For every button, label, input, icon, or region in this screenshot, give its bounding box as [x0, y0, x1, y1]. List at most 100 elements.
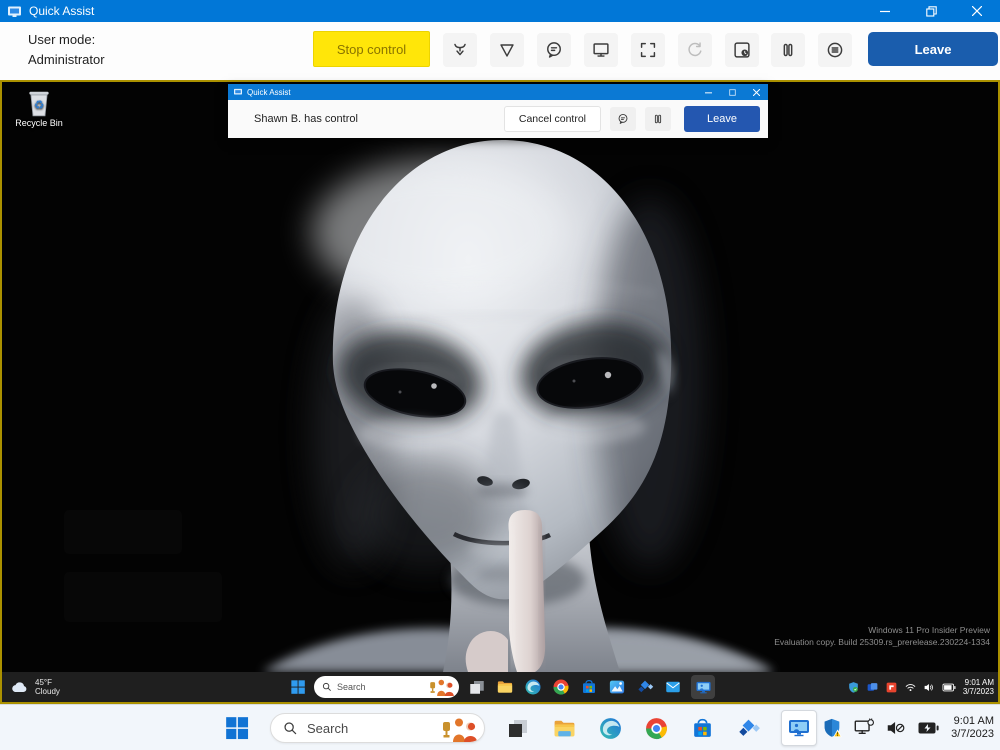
details-menu-icon	[824, 39, 846, 61]
laser-pointer-icon	[449, 39, 471, 61]
remote-qa-title: Quick Assist	[247, 88, 291, 97]
host-store-button[interactable]	[689, 715, 715, 741]
leave-button[interactable]: Leave	[868, 32, 998, 66]
title-bar: Quick Assist	[0, 0, 1000, 22]
host-clock-date: 3/7/2023	[951, 728, 994, 742]
host-edge-button[interactable]	[597, 715, 623, 741]
close-button[interactable]	[954, 0, 1000, 22]
remote-task-view-button[interactable]	[467, 677, 487, 697]
remote-feedback-hub-button[interactable]	[635, 677, 655, 697]
remote-red-app-tray-icon[interactable]	[885, 681, 898, 694]
host-task-view-button[interactable]	[505, 715, 531, 741]
host-clock[interactable]: 9:01 AM 3/7/2023	[951, 715, 994, 742]
recycle-bin-shortcut[interactable]: ♻ Recycle Bin	[10, 88, 68, 128]
remote-security-tray-icon[interactable]	[847, 681, 860, 694]
remote-qa-minimize-button[interactable]	[696, 84, 720, 100]
wifi-icon[interactable]	[904, 681, 917, 694]
edge-icon	[598, 716, 623, 741]
search-icon	[322, 682, 332, 692]
remote-store-button[interactable]	[579, 677, 599, 697]
annotate-button[interactable]	[490, 33, 524, 67]
maximize-button[interactable]	[908, 0, 954, 22]
remote-photos-button[interactable]	[607, 677, 627, 697]
feedback-hub-icon	[636, 678, 654, 696]
weather-condition: Cloudy	[35, 687, 60, 697]
remote-qa-pause-button[interactable]	[645, 107, 671, 131]
bing-doodle-icon	[439, 716, 481, 742]
speaker-muted-icon[interactable]	[885, 717, 907, 739]
pause-icon	[651, 112, 665, 126]
battery-icon[interactable]	[942, 681, 957, 694]
remote-qa-maximize-button[interactable]	[720, 84, 744, 100]
display-connect-icon[interactable]	[853, 717, 875, 739]
speaker-icon[interactable]	[923, 681, 936, 694]
window-controls	[862, 0, 1000, 22]
host-taskbar-center: Search	[224, 705, 817, 750]
search-icon	[283, 721, 298, 736]
monitor-icon	[590, 39, 612, 61]
session-toolbar: User mode: Administrator Stop control	[0, 22, 1000, 80]
remote-weather-widget[interactable]: 45°F Cloudy	[10, 672, 60, 702]
stop-control-button[interactable]: Stop control	[313, 31, 430, 67]
remote-qa-leave-button[interactable]: Leave	[684, 106, 760, 132]
remote-clock-time: 9:01 AM	[963, 678, 994, 688]
remote-search-box[interactable]: Search	[314, 676, 459, 698]
remote-qa-body: Shawn B. has control Cancel control Leav…	[228, 100, 768, 138]
remote-file-explorer-button[interactable]	[495, 677, 515, 697]
host-file-explorer-button[interactable]	[551, 715, 577, 741]
restart-button[interactable]	[678, 33, 712, 67]
minimize-button[interactable]	[862, 0, 908, 22]
remote-clock-date: 3/7/2023	[963, 687, 994, 697]
host-feedback-hub-button[interactable]	[735, 715, 761, 741]
remote-taskbar-center: Search	[290, 672, 715, 702]
instruction-channel-button[interactable]	[818, 33, 852, 67]
pause-button[interactable]	[771, 33, 805, 67]
host-start-button[interactable]	[224, 715, 250, 741]
host-system-tray: 9:01 AM 3/7/2023	[821, 705, 994, 750]
svg-text:♻: ♻	[34, 99, 45, 112]
folder-icon	[496, 678, 514, 696]
folder-icon	[552, 716, 577, 741]
host-search-box[interactable]: Search	[270, 713, 485, 743]
remote-qa-chat-button[interactable]	[610, 107, 636, 131]
remote-quick-assist-taskbar-button[interactable]	[691, 675, 715, 699]
task-manager-button[interactable]	[725, 33, 759, 67]
chat-icon	[543, 39, 565, 61]
fullscreen-icon	[637, 39, 659, 61]
chrome-icon	[644, 716, 669, 741]
remote-clock[interactable]: 9:01 AM 3/7/2023	[963, 678, 994, 697]
remote-qa-title-bar: Quick Assist	[228, 84, 768, 100]
quick-assist-app-icon	[787, 716, 811, 740]
remote-qa-close-button[interactable]	[744, 84, 768, 100]
recycle-bin-icon: ♻	[26, 88, 52, 118]
user-mode-label: User mode: Administrator	[28, 30, 105, 70]
chat-button[interactable]	[537, 33, 571, 67]
remote-desktop-view[interactable]: ♻ Recycle Bin Quick Assist	[0, 80, 1000, 704]
restart-icon	[684, 39, 706, 61]
host-chrome-button[interactable]	[643, 715, 669, 741]
host-quick-assist-taskbar-button[interactable]	[781, 710, 817, 746]
quick-assist-window: Quick Assist User mode: Administrator St…	[0, 0, 1000, 750]
remote-qa-window-controls	[696, 84, 768, 100]
task-manager-icon	[731, 39, 753, 61]
remote-blue-app-tray-icon[interactable]	[866, 681, 879, 694]
battery-charging-icon[interactable]	[917, 718, 941, 738]
remote-chrome-button[interactable]	[551, 677, 571, 697]
store-icon	[690, 716, 715, 741]
remote-taskbar: 45°F Cloudy Search	[2, 672, 998, 702]
fullscreen-button[interactable]	[631, 33, 665, 67]
host-clock-time: 9:01 AM	[951, 715, 994, 729]
remote-edge-button[interactable]	[523, 677, 543, 697]
laser-pointer-button[interactable]	[443, 33, 477, 67]
chat-icon	[616, 112, 630, 126]
remote-start-button[interactable]	[290, 679, 306, 695]
weather-temp: 45°F	[35, 678, 60, 688]
remote-mail-button[interactable]	[663, 677, 683, 697]
monitor-select-button[interactable]	[584, 33, 618, 67]
host-search-placeholder: Search	[307, 721, 348, 736]
cancel-control-button[interactable]: Cancel control	[504, 106, 601, 132]
quick-assist-app-icon	[695, 679, 712, 696]
feedback-hub-icon	[736, 716, 761, 741]
security-shield-warning-icon[interactable]	[821, 717, 843, 739]
control-status-text: Shawn B. has control	[254, 113, 358, 125]
